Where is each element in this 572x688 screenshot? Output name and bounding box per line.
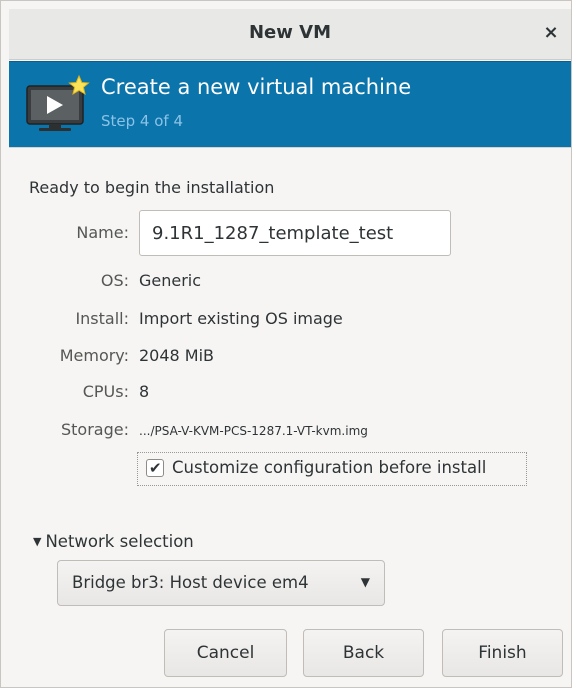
memory-label: Memory:: [59, 346, 129, 365]
new-vm-dialog: New VM × Create a new virtual machine St…: [0, 0, 572, 688]
network-dropdown-value: Bridge br3: Host device em4: [72, 573, 309, 592]
cancel-button[interactable]: Cancel: [164, 629, 287, 677]
close-button[interactable]: ×: [541, 23, 561, 43]
os-label: OS:: [100, 271, 129, 290]
memory-value: 2048 MiB: [139, 346, 215, 365]
network-selection-label: Network selection: [45, 532, 194, 551]
banner-title: Create a new virtual machine: [101, 75, 412, 99]
storage-label: Storage:: [61, 420, 129, 439]
wizard-content: Ready to begin the installation Name: OS…: [9, 147, 571, 687]
banner-step: Step 4 of 4: [101, 112, 184, 130]
customize-label: Customize configuration before install: [172, 458, 487, 477]
finish-button[interactable]: Finish: [442, 629, 563, 677]
install-value: Import existing OS image: [139, 309, 343, 328]
window-title: New VM: [248, 22, 331, 43]
customize-checkbox-row[interactable]: ✔ Customize configuration before install: [137, 452, 527, 486]
name-input[interactable]: [139, 210, 451, 256]
customize-checkbox[interactable]: ✔: [146, 459, 164, 477]
cpus-value: 8: [139, 382, 150, 401]
os-value: Generic: [139, 271, 202, 290]
section-heading: Ready to begin the installation: [29, 178, 275, 197]
title-bar[interactable]: New VM ×: [9, 9, 571, 60]
chevron-down-icon: ▼: [360, 575, 370, 589]
cpus-label: CPUs:: [82, 382, 129, 401]
back-button[interactable]: Back: [303, 629, 424, 677]
storage-value: .../PSA-V-KVM-PCS-1287.1-VT-kvm.img: [139, 424, 368, 438]
name-label: Name:: [76, 223, 129, 242]
network-dropdown[interactable]: Bridge br3: Host device em4 ▼: [57, 560, 385, 606]
network-selection-expander[interactable]: ▼ Network selection: [33, 532, 194, 551]
monitor-play-star-icon: [26, 74, 90, 131]
triangle-down-icon: ▼: [33, 535, 42, 548]
wizard-banner: Create a new virtual machine Step 4 of 4: [9, 61, 571, 148]
install-label: Install:: [75, 309, 129, 328]
checkmark-icon: ✔: [149, 459, 162, 477]
